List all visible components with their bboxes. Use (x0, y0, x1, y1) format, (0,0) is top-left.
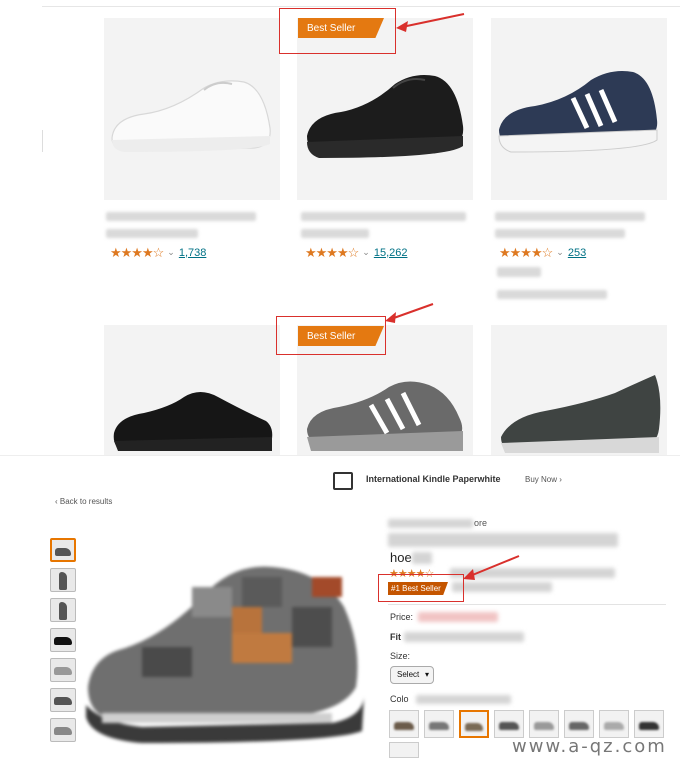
color-swatch[interactable] (389, 710, 419, 738)
thumbnail[interactable] (50, 688, 76, 712)
thumbnail[interactable] (50, 628, 76, 652)
color-label: Colo (390, 694, 409, 704)
store-link[interactable]: ore (474, 518, 487, 528)
divider (42, 130, 43, 152)
rating-row: ★★★★☆ ⌄ 253 (499, 246, 586, 259)
size-label: Size: (390, 651, 411, 661)
thumbnail[interactable] (50, 598, 76, 622)
divider (0, 455, 680, 456)
chevron-down-icon: ▾ (424, 670, 429, 679)
thumbnail[interactable] (50, 538, 76, 562)
product-card[interactable]: ★★★★☆ ⌄ 253 (491, 18, 667, 313)
color-swatch[interactable] (459, 710, 489, 738)
product-card[interactable] (491, 325, 667, 455)
product-image[interactable] (104, 18, 280, 200)
star-rating: ★★★★☆ (499, 245, 553, 260)
star-rating: ★★★★☆ (110, 245, 164, 260)
color-swatch[interactable] (564, 710, 594, 738)
product-title: hoe (390, 550, 412, 565)
kindle-icon (333, 472, 353, 490)
size-select[interactable]: Select ▾ (390, 666, 434, 684)
chevron-down-icon[interactable]: ⌄ (167, 247, 175, 258)
buy-now-link[interactable]: Buy Now › (525, 475, 562, 484)
chevron-down-icon[interactable]: ⌄ (556, 247, 564, 258)
arrow-icon (385, 303, 434, 323)
review-count-link[interactable]: 253 (568, 247, 586, 259)
rating-row: ★★★★☆ ⌄ 15,262 (305, 246, 407, 259)
color-swatch[interactable] (599, 710, 629, 738)
price-label: Price: (390, 612, 414, 622)
arrow-icon (463, 555, 520, 580)
rating-row: ★★★★☆ ⌄ 1,738 (110, 246, 206, 259)
star-rating: ★★★★☆ (305, 245, 359, 260)
page: ★★★★☆ ⌄ 1,738 ★★★★☆ ⌄ 15,262 ★★★★☆ ⌄ 253… (0, 0, 680, 758)
color-swatch[interactable] (529, 710, 559, 738)
color-swatch[interactable] (494, 710, 524, 738)
product-image[interactable] (104, 325, 280, 455)
watermark: www.a-qz.com (512, 736, 667, 757)
review-count-link[interactable]: 15,262 (374, 247, 408, 259)
product-card[interactable] (104, 325, 280, 455)
main-product-image[interactable] (82, 537, 372, 747)
thumbnail[interactable] (50, 568, 76, 592)
highlight-box (279, 8, 396, 54)
color-swatch[interactable] (424, 710, 454, 738)
product-image[interactable] (491, 18, 667, 200)
fit-label: Fit (390, 632, 401, 642)
product-card[interactable]: ★★★★☆ ⌄ 15,262 (297, 18, 473, 313)
highlight-box (276, 316, 386, 355)
highlight-box (378, 574, 464, 602)
promo-banner-text[interactable]: International Kindle Paperwhite (366, 474, 501, 484)
color-swatch[interactable] (389, 742, 419, 758)
thumbnail[interactable] (50, 658, 76, 682)
thumbnail[interactable] (50, 718, 76, 742)
chevron-down-icon[interactable]: ⌄ (362, 247, 370, 258)
size-select-value: Select (397, 670, 420, 679)
color-swatch[interactable] (634, 710, 664, 738)
product-card[interactable]: ★★★★☆ ⌄ 1,738 (104, 18, 280, 313)
divider (388, 604, 666, 605)
product-image[interactable] (491, 325, 667, 455)
back-to-results-link[interactable]: ‹ Back to results (55, 497, 112, 506)
review-count-link[interactable]: 1,738 (179, 247, 207, 259)
divider (42, 6, 680, 7)
arrow-icon (396, 13, 465, 32)
